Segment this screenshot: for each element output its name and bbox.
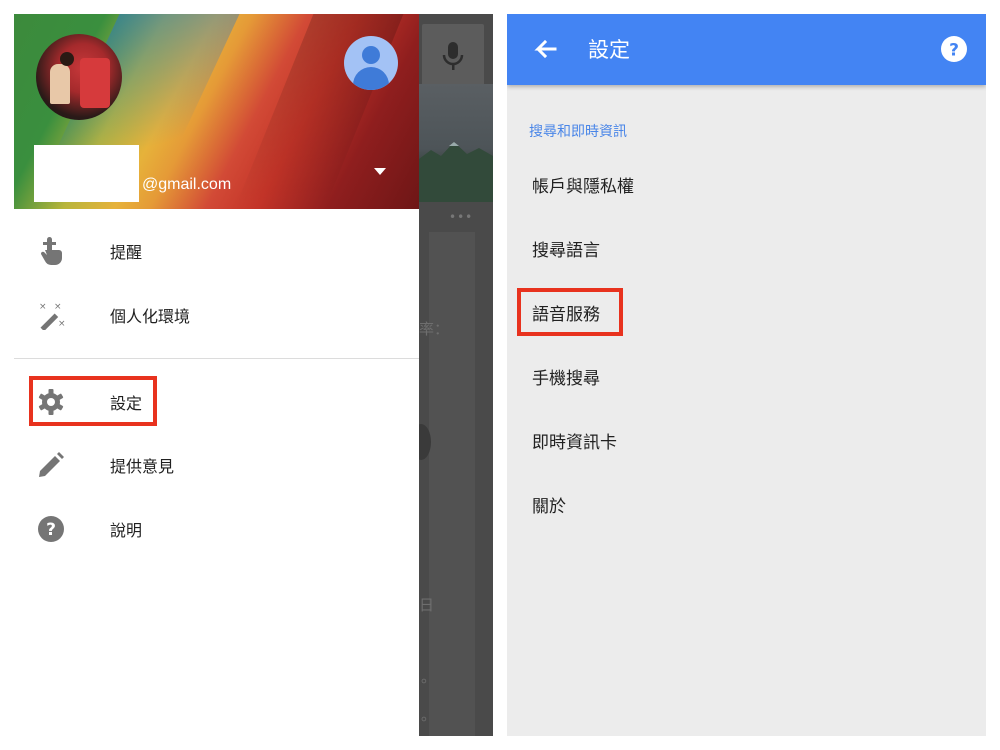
background-app: ••• 率： 日 。 。 [411, 14, 493, 736]
svg-text:?: ? [46, 520, 56, 540]
dropdown-arrow-icon[interactable] [374, 168, 386, 175]
help-icon: ? [38, 516, 64, 542]
navigation-drawer: @gmail.com 提醒 × × × 個人化環境 設定 提供意見 ? 說明 [14, 14, 419, 736]
settings-item-label: 帳戶與隱私權 [532, 177, 634, 197]
magic-wand-icon: × × × [39, 302, 66, 330]
drawer-item-label: 提供意見 [110, 457, 175, 476]
page-title: 設定 [588, 38, 630, 62]
mic-button[interactable] [422, 24, 484, 86]
highlight-box-settings [29, 376, 157, 426]
drawer-item-label: 提醒 [110, 243, 143, 262]
account-email: @gmail.com [142, 176, 232, 193]
drawer-item-reminders[interactable]: 提醒 [14, 222, 419, 282]
left-screenshot: ••• 率： 日 。 。 @gmail.com 提醒 × × × 個人化環境 設… [14, 14, 493, 736]
settings-item-account-privacy[interactable]: 帳戶與隱私權 [507, 158, 986, 210]
user-avatar[interactable] [36, 34, 122, 120]
background-banner [419, 84, 493, 202]
drawer-header: @gmail.com [14, 14, 419, 209]
settings-item-phone-search[interactable]: 手機搜尋 [507, 350, 986, 402]
overflow-dots: ••• [449, 210, 474, 224]
svg-text:×: × [54, 302, 62, 312]
settings-item-now-cards[interactable]: 即時資訊卡 [507, 414, 986, 466]
account-switcher-avatar[interactable] [344, 36, 398, 90]
section-header: 搜尋和即時資訊 [529, 124, 627, 140]
app-bar: 設定 ? [507, 14, 986, 85]
highlight-box-voice [517, 288, 623, 336]
background-card [429, 232, 475, 736]
ghost-text: 率： [419, 320, 450, 338]
right-screenshot: 設定 ? 搜尋和即時資訊 帳戶與隱私權 搜尋語言 語音服務 手機搜尋 即時資訊卡… [507, 14, 986, 736]
settings-item-label: 即時資訊卡 [532, 433, 617, 453]
pencil-icon [39, 452, 64, 477]
drawer-item-help[interactable]: ? 說明 [14, 500, 419, 560]
settings-item-about[interactable]: 關於 [507, 478, 986, 530]
svg-text:×: × [58, 319, 66, 329]
settings-item-label: 搜尋語言 [532, 241, 600, 261]
svg-text:?: ? [949, 41, 959, 61]
drawer-item-label: 說明 [110, 521, 143, 540]
drawer-item-personalization[interactable]: × × × 個人化環境 [14, 286, 419, 346]
redacted-name [34, 145, 139, 202]
reminder-finger-icon [40, 237, 62, 265]
back-arrow-icon[interactable] [529, 34, 561, 66]
mic-icon [442, 42, 464, 70]
ghost-text: 。 [421, 668, 437, 686]
ghost-text: 日 [419, 596, 435, 614]
drawer-divider [14, 358, 419, 359]
ghost-text: 。 [421, 706, 437, 724]
drawer-item-feedback[interactable]: 提供意見 [14, 436, 419, 496]
settings-item-label: 手機搜尋 [532, 369, 600, 389]
drawer-item-label: 個人化環境 [110, 307, 191, 326]
settings-item-search-language[interactable]: 搜尋語言 [507, 222, 986, 274]
settings-item-label: 關於 [532, 497, 566, 517]
help-icon[interactable]: ? [940, 35, 968, 63]
svg-text:×: × [39, 302, 47, 312]
person-icon [362, 46, 380, 64]
